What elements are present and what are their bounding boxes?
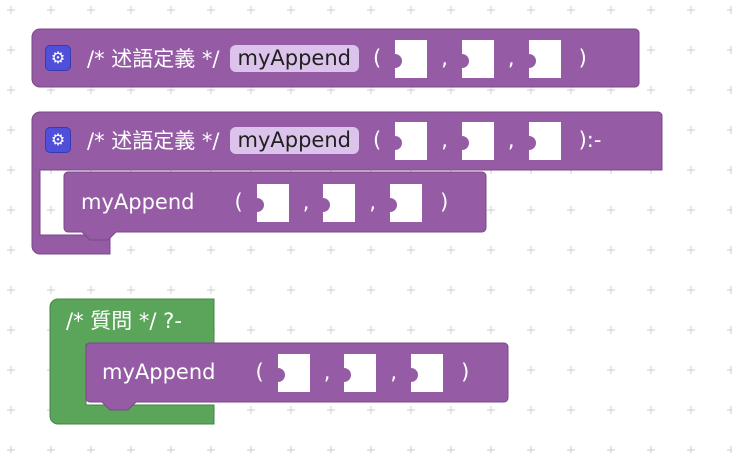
grid-cross <box>527 446 535 453</box>
arg-separator: , <box>441 46 448 70</box>
grid-cross <box>7 446 15 453</box>
arg-separator: , <box>507 128 515 152</box>
grid-cross <box>167 446 175 453</box>
argument-slot-1[interactable] <box>391 38 431 78</box>
predicate-name: myAppend <box>81 190 195 214</box>
grid-cross <box>487 446 495 453</box>
block-comment: /* 述語定義 */ <box>87 47 220 71</box>
arg-separator: , <box>302 190 310 214</box>
predicate-name-field[interactable]: myAppend <box>229 44 359 72</box>
arg-separator: , <box>441 128 448 152</box>
open-paren: ( <box>234 190 243 214</box>
argument-slot-2[interactable] <box>340 352 380 392</box>
arg-separator: , <box>390 360 398 384</box>
argument-slot-1[interactable] <box>274 352 314 392</box>
close-paren-rule: ):- <box>578 128 602 152</box>
grid-cross <box>607 446 615 453</box>
predicate-name-field[interactable]: myAppend <box>229 126 359 154</box>
argument-slot-3[interactable] <box>386 182 426 222</box>
grid-cross <box>647 446 655 453</box>
predicate-call-block[interactable]: myAppend ( , , ) <box>102 352 469 392</box>
argument-slot-1[interactable] <box>253 182 293 222</box>
grid-cross <box>247 446 255 453</box>
grid-cross <box>87 446 95 453</box>
query-comment: /* 質問 */ ?- <box>66 309 182 333</box>
grid-cross <box>287 446 295 453</box>
grid-cross <box>207 446 215 453</box>
arg-separator: , <box>507 46 515 70</box>
close-paren: ) <box>578 46 587 70</box>
grid-cross <box>47 446 55 453</box>
grid-cross <box>367 446 375 453</box>
predicate-call-block[interactable]: myAppend ( , , ) <box>81 182 448 222</box>
grid-cross <box>447 446 455 453</box>
open-paren: ( <box>373 46 382 70</box>
argument-slot-2[interactable] <box>319 182 359 222</box>
open-paren: ( <box>255 360 264 384</box>
predicate-definition-block-1[interactable]: ⚙ /* 述語定義 */ myAppend ( , , ) <box>0 0 732 100</box>
grid-cross <box>327 446 335 453</box>
arg-separator: , <box>369 190 377 214</box>
argument-slot-3[interactable] <box>525 38 565 78</box>
grid-cross <box>127 446 135 453</box>
argument-slot-3[interactable] <box>525 120 565 160</box>
gear-icon[interactable]: ⚙ <box>45 127 71 153</box>
gear-icon[interactable]: ⚙ <box>45 45 71 71</box>
close-paren: ) <box>440 190 449 214</box>
argument-slot-2[interactable] <box>458 120 498 160</box>
grid-cross <box>567 446 575 453</box>
argument-slot-1[interactable] <box>391 120 431 160</box>
predicate-name: myAppend <box>102 360 216 384</box>
open-paren: ( <box>373 128 382 152</box>
query-block[interactable]: /* 質問 */ ?- myAppend ( , , ) <box>0 290 732 440</box>
close-paren: ) <box>461 360 470 384</box>
argument-slot-2[interactable] <box>458 38 498 78</box>
argument-slot-3[interactable] <box>407 352 447 392</box>
predicate-definition-block-2[interactable]: ⚙ /* 述語定義 */ myAppend ( , , ):- myAppend… <box>0 100 732 260</box>
grid-cross <box>727 446 732 453</box>
grid-cross <box>687 446 695 453</box>
block-comment: /* 述語定義 */ <box>87 129 220 153</box>
grid-cross <box>407 446 415 453</box>
arg-separator: , <box>323 360 331 384</box>
